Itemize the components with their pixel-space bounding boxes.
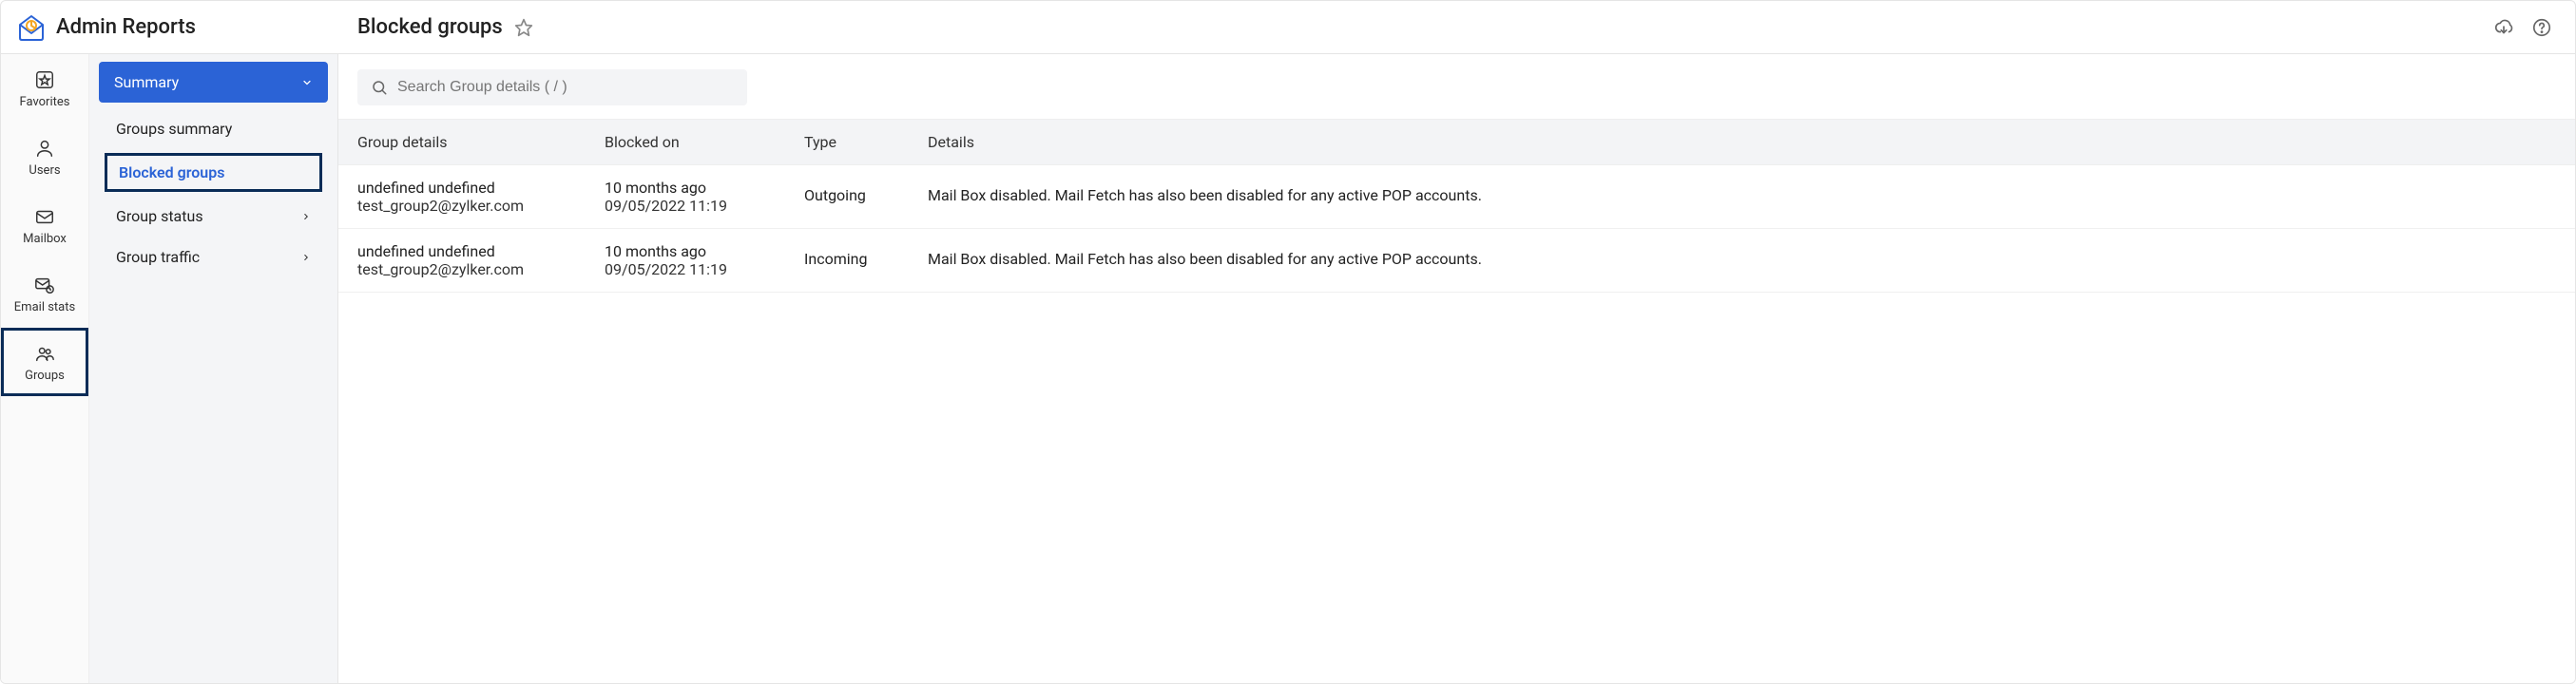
group-name: undefined undefined bbox=[357, 179, 567, 197]
col-blocked-on: Blocked on bbox=[586, 120, 785, 165]
sidebar-item-label: Blocked groups bbox=[119, 163, 224, 181]
rail-label: Favorites bbox=[20, 95, 70, 109]
main-content: Group details Blocked on Type Details un… bbox=[338, 54, 2575, 683]
cell-blocked-on: 10 months ago 09/05/2022 11:19 bbox=[586, 165, 785, 229]
sidebar-item-group-status[interactable]: Group status bbox=[99, 196, 328, 237]
sidebar-item-blocked-groups[interactable]: Blocked groups bbox=[105, 153, 322, 192]
sidebar-section-label: Summary bbox=[114, 73, 179, 91]
sidebar-item-label: Group status bbox=[116, 207, 203, 225]
rail-item-favorites[interactable]: Favorites bbox=[1, 54, 88, 123]
cell-type: Incoming bbox=[785, 229, 909, 293]
cell-details: Mail Box disabled. Mail Fetch has also b… bbox=[909, 229, 2575, 293]
star-icon[interactable] bbox=[514, 18, 533, 37]
rail-item-email-stats[interactable]: Email stats bbox=[1, 259, 88, 328]
blocked-timestamp: 09/05/2022 11:19 bbox=[605, 197, 766, 215]
rail-item-mailbox[interactable]: Mailbox bbox=[1, 191, 88, 259]
group-email: test_group2@zylker.com bbox=[357, 197, 567, 215]
user-icon bbox=[33, 137, 56, 160]
chevron-right-icon bbox=[301, 251, 311, 264]
page-title-wrap: Blocked groups bbox=[338, 15, 2493, 39]
page-title: Blocked groups bbox=[357, 15, 503, 39]
col-details: Details bbox=[909, 120, 2575, 165]
table-row[interactable]: undefined undefined test_group2@zylker.c… bbox=[338, 165, 2575, 229]
cell-group: undefined undefined test_group2@zylker.c… bbox=[338, 165, 586, 229]
mail-clock-icon bbox=[33, 274, 56, 296]
header-brand: Admin Reports bbox=[1, 12, 338, 43]
blocked-relative: 10 months ago bbox=[605, 242, 766, 260]
cell-blocked-on: 10 months ago 09/05/2022 11:19 bbox=[586, 229, 785, 293]
rail-label: Mailbox bbox=[23, 232, 67, 246]
app-title: Admin Reports bbox=[56, 15, 196, 39]
blocked-timestamp: 09/05/2022 11:19 bbox=[605, 260, 766, 278]
sidebar-item-label: Groups summary bbox=[116, 120, 232, 138]
help-icon[interactable] bbox=[2531, 17, 2552, 38]
chevron-right-icon bbox=[301, 210, 311, 223]
rail-label: Groups bbox=[25, 369, 65, 383]
sidebar-item-label: Group traffic bbox=[116, 248, 200, 266]
global-header: Admin Reports Blocked groups bbox=[1, 1, 2575, 54]
app-logo-icon bbox=[16, 12, 47, 43]
cell-group: undefined undefined test_group2@zylker.c… bbox=[338, 229, 586, 293]
rail-item-groups[interactable]: Groups bbox=[1, 328, 88, 396]
rail-item-users[interactable]: Users bbox=[1, 123, 88, 191]
rail-label: Email stats bbox=[14, 300, 75, 314]
sidebar: Summary Groups summary Blocked groups Gr… bbox=[89, 54, 338, 683]
cloud-download-icon[interactable] bbox=[2493, 17, 2514, 38]
body-row: Favorites Users Mailbox Email stats bbox=[1, 54, 2575, 683]
cell-details: Mail Box disabled. Mail Fetch has also b… bbox=[909, 165, 2575, 229]
star-badge-icon bbox=[33, 68, 56, 91]
blocked-relative: 10 months ago bbox=[605, 179, 766, 197]
group-email: test_group2@zylker.com bbox=[357, 260, 567, 278]
mail-icon bbox=[33, 205, 56, 228]
sidebar-sublist: Groups summary Blocked groups Group stat… bbox=[99, 103, 328, 283]
group-name: undefined undefined bbox=[357, 242, 567, 260]
rail-label: Users bbox=[29, 163, 60, 178]
search-icon bbox=[371, 79, 388, 96]
nav-rail: Favorites Users Mailbox Email stats bbox=[1, 54, 89, 683]
table-row[interactable]: undefined undefined test_group2@zylker.c… bbox=[338, 229, 2575, 293]
app-shell: Admin Reports Blocked groups Favorit bbox=[0, 0, 2576, 684]
results-table: Group details Blocked on Type Details un… bbox=[338, 119, 2575, 293]
groups-icon bbox=[33, 342, 56, 365]
chevron-down-icon bbox=[301, 77, 313, 88]
header-actions bbox=[2493, 17, 2575, 38]
sidebar-item-groups-summary[interactable]: Groups summary bbox=[99, 108, 328, 149]
search-wrap bbox=[338, 69, 2575, 119]
table-header: Group details Blocked on Type Details bbox=[338, 120, 2575, 165]
col-group-details: Group details bbox=[338, 120, 586, 165]
cell-type: Outgoing bbox=[785, 165, 909, 229]
sidebar-item-group-traffic[interactable]: Group traffic bbox=[99, 237, 328, 277]
col-type: Type bbox=[785, 120, 909, 165]
sidebar-section-summary[interactable]: Summary bbox=[99, 62, 328, 103]
search-box[interactable] bbox=[357, 69, 747, 105]
search-input[interactable] bbox=[397, 79, 734, 96]
